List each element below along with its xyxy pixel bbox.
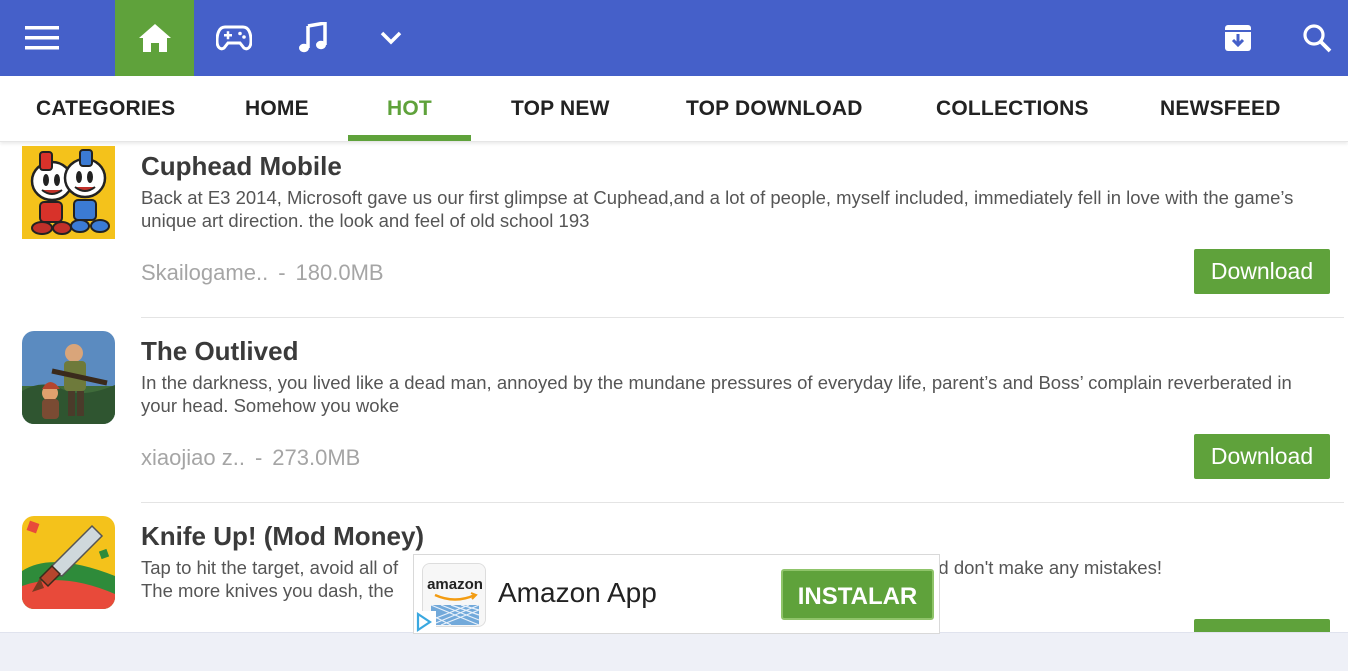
app-title[interactable]: The Outlived xyxy=(141,336,298,367)
home-nav-button[interactable] xyxy=(115,0,194,76)
knife-up-artwork xyxy=(22,516,115,609)
downloads-button[interactable] xyxy=(1206,0,1270,76)
menu-button[interactable] xyxy=(0,0,84,76)
tab-top-new[interactable]: TOP NEW xyxy=(511,76,610,142)
bottom-bar xyxy=(0,632,1348,671)
meta-separator: - xyxy=(278,260,286,285)
install-button[interactable]: INSTALAR xyxy=(781,569,934,620)
tab-newsfeed[interactable]: NEWSFEED xyxy=(1160,76,1281,142)
more-nav-button[interactable] xyxy=(352,0,430,76)
app-size: 273.0MB xyxy=(272,445,361,470)
download-button[interactable]: Download xyxy=(1194,619,1330,632)
app-title[interactable]: Cuphead Mobile xyxy=(141,151,342,182)
list-item[interactable]: Cuphead Mobile Back at E3 2014, Microsof… xyxy=(10,142,1344,294)
tab-home[interactable]: HOME xyxy=(245,76,309,142)
description-line2: The more knives you dash, the xyxy=(141,580,394,601)
app-title[interactable]: Knife Up! (Mod Money) xyxy=(141,521,424,552)
meta-separator: - xyxy=(254,445,263,470)
download-button[interactable]: Download xyxy=(1194,249,1330,294)
list-item[interactable]: The Outlived In the darkness, you lived … xyxy=(10,327,1344,512)
outlived-artwork xyxy=(22,331,115,424)
divider xyxy=(141,317,1344,318)
games-nav-button[interactable] xyxy=(194,0,274,76)
adchoices-icon[interactable] xyxy=(414,611,436,633)
app-description: Back at E3 2014, Microsoft gave us our f… xyxy=(141,187,1294,231)
ad-banner[interactable]: amazon Amazon App INSTALAR xyxy=(413,554,940,634)
app-size: 180.0MB xyxy=(295,260,384,285)
category-tabs: CATEGORIES HOME HOT TOP NEW TOP DOWNLOAD… xyxy=(0,76,1348,142)
amazon-logo-text: amazon xyxy=(427,576,483,593)
tab-hot[interactable]: HOT xyxy=(387,76,432,142)
top-app-bar xyxy=(0,0,1348,76)
app-developer: Skailogame.. xyxy=(141,260,269,285)
music-note-icon xyxy=(299,22,327,53)
description-line1-start: Tap to hit the target, avoid all of xyxy=(141,557,399,578)
chevron-down-icon xyxy=(380,31,402,45)
ad-title[interactable]: Amazon App xyxy=(498,577,657,609)
search-button[interactable] xyxy=(1286,0,1348,76)
app-thumbnail[interactable] xyxy=(22,146,115,239)
home-icon xyxy=(138,24,171,52)
app-description: In the darkness, you lived like a dead m… xyxy=(141,372,1292,416)
download-box-icon xyxy=(1225,25,1251,51)
description-line1-end: nd don't make any mistakes! xyxy=(928,557,1162,578)
active-tab-indicator xyxy=(348,135,471,141)
app-meta: Skailogame.. -180.0MB xyxy=(141,260,384,286)
app-developer: xiaojiao z.. xyxy=(141,445,245,470)
music-nav-button[interactable] xyxy=(274,0,352,76)
search-icon xyxy=(1303,24,1332,53)
tab-top-download[interactable]: TOP DOWNLOAD xyxy=(686,76,863,142)
download-button[interactable]: Download xyxy=(1194,434,1330,479)
gamepad-icon xyxy=(216,25,252,51)
tab-categories[interactable]: CATEGORIES xyxy=(36,76,175,142)
menu-icon xyxy=(25,26,59,50)
app-thumbnail[interactable] xyxy=(22,331,115,424)
tab-collections[interactable]: COLLECTIONS xyxy=(936,76,1089,142)
cuphead-artwork xyxy=(22,146,115,239)
app-meta: xiaojiao z.. -273.0MB xyxy=(141,445,360,471)
app-thumbnail[interactable] xyxy=(22,516,115,609)
divider xyxy=(141,502,1344,503)
